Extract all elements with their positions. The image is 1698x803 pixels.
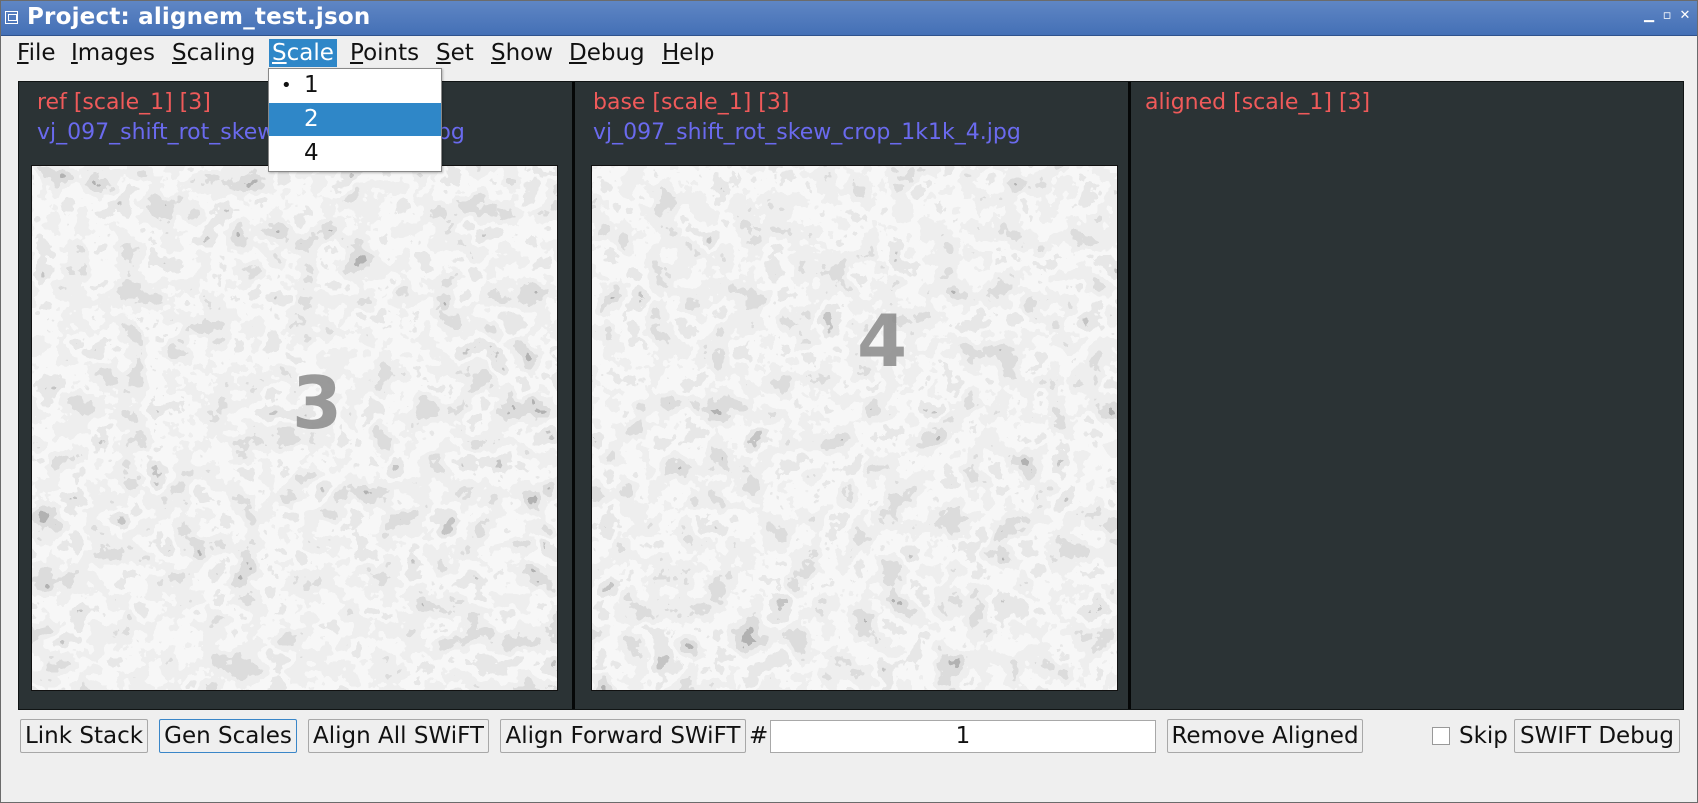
scale-option-1[interactable]: • 1: [269, 69, 441, 102]
base-filename: vj_097_shift_rot_skew_crop_1k1k_4.jpg: [593, 120, 1021, 145]
scale-option-4[interactable]: 4: [269, 137, 441, 170]
link-stack-button[interactable]: Link Stack: [20, 719, 148, 753]
menu-show[interactable]: Show: [488, 39, 556, 67]
window-title: Project: alignem_test.json: [27, 4, 371, 30]
remove-aligned-button[interactable]: Remove Aligned: [1167, 719, 1363, 753]
image-panels: ref [scale_1] [3] vj_097_shift_rot_skew_…: [18, 81, 1684, 710]
menu-points[interactable]: Points: [347, 39, 422, 67]
maximize-icon[interactable]: ▫: [1661, 9, 1673, 23]
control-bar: Link Stack Gen Scales Align All SWiFT Al…: [1, 715, 1697, 759]
menu-scaling[interactable]: Scaling: [169, 39, 258, 67]
app-window: Project: alignem_test.json ▁ ▫ ✕ File Im…: [0, 0, 1698, 803]
ref-panel: ref [scale_1] [3] vj_097_shift_rot_skew_…: [19, 82, 575, 709]
gen-scales-button[interactable]: Gen Scales: [159, 719, 297, 753]
window-controls: ▁ ▫ ✕: [1643, 9, 1691, 23]
hash-label: #: [749, 723, 769, 749]
close-icon[interactable]: ✕: [1679, 9, 1691, 23]
scale-option-2[interactable]: 2: [269, 103, 441, 136]
minimize-icon[interactable]: ▁: [1643, 9, 1655, 23]
skip-checkbox[interactable]: [1432, 727, 1450, 745]
align-forward-button[interactable]: Align Forward SWiFT: [500, 719, 746, 753]
menu-set[interactable]: Set: [433, 39, 477, 67]
skip-label: Skip: [1459, 723, 1508, 749]
scale-dropdown-menu: • 1 2 4: [268, 68, 442, 172]
aligned-panel-title: aligned [scale_1] [3]: [1145, 90, 1371, 115]
title-bar[interactable]: Project: alignem_test.json ▁ ▫ ✕: [1, 1, 1697, 36]
base-panel-title: base [scale_1] [3]: [593, 90, 790, 115]
base-panel: base [scale_1] [3] vj_097_shift_rot_skew…: [575, 82, 1131, 709]
menu-file[interactable]: File: [14, 39, 59, 67]
swift-debug-button[interactable]: SWIFT Debug: [1514, 719, 1680, 753]
ref-overlay-number: 3: [292, 361, 342, 445]
aligned-panel: aligned [scale_1] [3]: [1131, 82, 1683, 709]
base-overlay-number: 4: [857, 299, 907, 383]
menu-scale[interactable]: Scale: [269, 39, 337, 67]
window-menu-icon[interactable]: [5, 11, 18, 24]
forward-count-input[interactable]: 1: [770, 720, 1156, 753]
ref-image[interactable]: 3: [31, 165, 558, 691]
menu-bar: File Images Scaling Scale Points Set Sho…: [1, 36, 1697, 68]
menu-debug[interactable]: Debug: [566, 39, 648, 67]
menu-images[interactable]: Images: [68, 39, 158, 67]
checked-bullet-icon: •: [281, 75, 292, 96]
base-image[interactable]: 4: [591, 165, 1118, 691]
align-all-button[interactable]: Align All SWiFT: [308, 719, 489, 753]
ref-panel-title: ref [scale_1] [3]: [37, 90, 211, 115]
menu-help[interactable]: Help: [659, 39, 717, 67]
